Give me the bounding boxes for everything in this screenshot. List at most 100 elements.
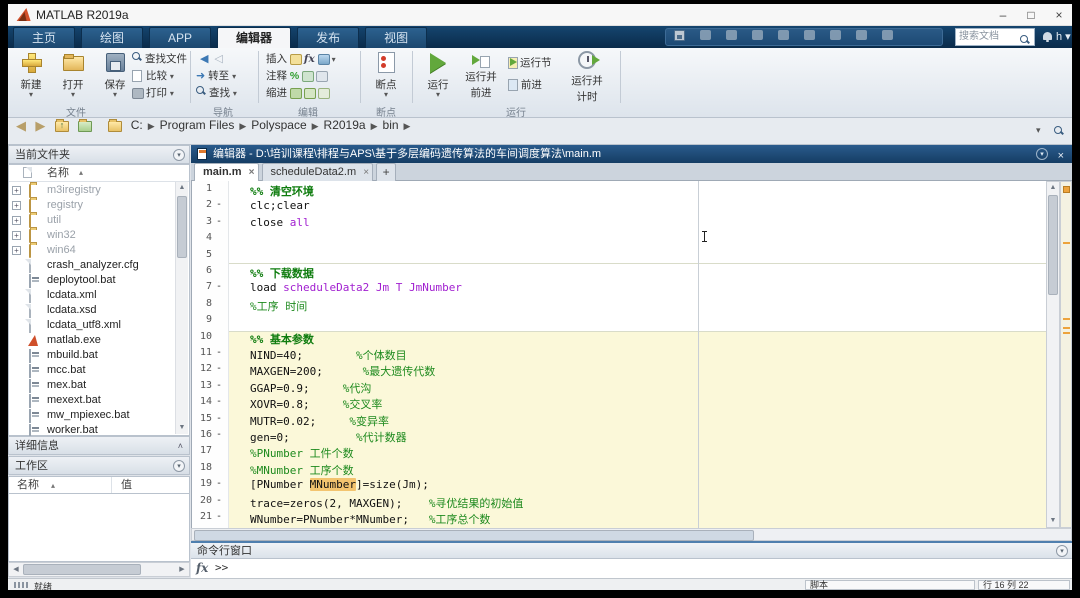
file-item-lcdata.xsd[interactable]: lcdata.xsd [9, 303, 175, 318]
scroll-thumb[interactable] [177, 196, 187, 258]
run-button[interactable]: 运行▾ [420, 51, 456, 103]
message-indicator-bar[interactable] [1060, 181, 1072, 528]
scroll-up-icon[interactable]: ▲ [1047, 182, 1059, 194]
scroll-down-icon[interactable]: ▼ [1047, 515, 1059, 527]
ribbon-tab-编辑器[interactable]: 编辑器 [217, 27, 291, 48]
workspace-panel-header[interactable]: 工作区 ▾ [8, 456, 190, 475]
address-dropdown-icon[interactable]: ▾ [1036, 125, 1041, 136]
ribbon-tab-绘图[interactable]: 绘图 [81, 27, 143, 48]
warning-mark[interactable] [1063, 242, 1070, 244]
expander-icon[interactable]: + [12, 201, 21, 210]
help-icon[interactable] [848, 30, 874, 46]
open-button[interactable]: 打开▾ [54, 51, 92, 103]
find-files-button[interactable]: 查找文件 [132, 52, 187, 67]
file-item-mbuild.bat[interactable]: mbuild.bat [9, 348, 175, 363]
file-item-matlab.exe[interactable]: matlab.exe [9, 333, 175, 348]
tab-close-icon[interactable]: × [249, 164, 255, 181]
code-editor[interactable]: 1%% 清空环境2-clc;clear3-close all456%% 下载数据… [191, 181, 1046, 528]
find-button[interactable]: 查找 ▾ [196, 86, 237, 101]
editor-vscrollbar[interactable]: ▲ ▼ [1046, 181, 1060, 528]
name-column-header[interactable]: 名称 ▴ [9, 165, 189, 182]
scroll-thumb[interactable] [1048, 195, 1058, 295]
file-item-mw_mpiexec.bat[interactable]: mw_mpiexec.bat [9, 408, 175, 423]
expander-icon[interactable]: + [12, 216, 21, 225]
file-item-m3iregistry[interactable]: +m3iregistry [9, 183, 175, 198]
expander-icon[interactable]: + [12, 231, 21, 240]
advance-button[interactable]: 前进 [508, 78, 542, 93]
workspace-hscrollbar[interactable]: ◀ ▶ [8, 562, 190, 577]
collapse-icon[interactable]: ˄ [178, 437, 183, 455]
run-and-advance-button[interactable]: 运行并 前进 [460, 51, 502, 103]
breadcrumb-segment[interactable]: Program Files [158, 118, 237, 132]
file-item-mex.bat[interactable]: mex.bat [9, 378, 175, 393]
print-button[interactable]: 打印 ▾ [132, 86, 174, 101]
run-and-time-button[interactable]: 运行并 计时 [566, 51, 608, 103]
nav-back-icon[interactable]: ◀ [16, 118, 26, 134]
paste-icon[interactable] [744, 30, 770, 46]
ribbon-tab-发布[interactable]: 发布 [297, 27, 359, 48]
run-section-button[interactable]: 运行节 [508, 56, 552, 71]
file-item-util[interactable]: +util [9, 213, 175, 228]
redo-icon[interactable] [796, 30, 822, 46]
browse-folder-icon[interactable] [78, 121, 92, 132]
editor-tab-main.m[interactable]: main.m× [194, 163, 259, 181]
file-item-crash_analyzer.cfg[interactable]: crash_analyzer.cfg [9, 258, 175, 273]
warning-mark[interactable] [1063, 332, 1070, 334]
scroll-left-icon[interactable]: ◀ [10, 564, 22, 576]
command-window-menu-icon[interactable]: ▾ [1056, 545, 1068, 557]
warning-mark[interactable] [1063, 318, 1070, 320]
command-window-header[interactable]: 命令行窗口 ▾ [191, 541, 1072, 559]
save-icon[interactable] [666, 30, 692, 46]
folder-up-icon[interactable]: ↑ [55, 121, 69, 132]
new-button[interactable]: 新建▾ [12, 51, 50, 103]
panel-menu-icon[interactable]: ▾ [173, 149, 185, 161]
file-item-deploytool.bat[interactable]: deploytool.bat [9, 273, 175, 288]
expander-icon[interactable]: + [12, 246, 21, 255]
options-icon[interactable] [874, 30, 900, 46]
scroll-up-icon[interactable]: ▲ [176, 182, 188, 194]
undo-icon[interactable] [770, 30, 796, 46]
details-panel-header[interactable]: 详细信息 ˄ [8, 436, 190, 455]
editor-menu-icon[interactable]: ▾ [1036, 148, 1048, 160]
warning-summary-icon[interactable] [1063, 186, 1070, 193]
warning-mark[interactable] [1063, 327, 1070, 329]
expander-icon[interactable]: + [12, 186, 21, 195]
file-item-mexext.bat[interactable]: mexext.bat [9, 393, 175, 408]
breadcrumb-segment[interactable]: C: [129, 118, 145, 132]
insert-button[interactable]: 插入 fx ▾ [266, 52, 336, 67]
nav-forward-icon[interactable]: ▶ [35, 118, 45, 134]
scroll-down-icon[interactable]: ▼ [176, 422, 188, 434]
workspace-columns[interactable]: 名称 ▴ 值 [8, 476, 190, 494]
file-item-registry[interactable]: +registry [9, 198, 175, 213]
address-search-icon[interactable] [1054, 125, 1064, 139]
file-item-win32[interactable]: +win32 [9, 228, 175, 243]
user-menu[interactable]: h ▾ [1056, 30, 1071, 43]
cut-icon[interactable] [692, 30, 718, 46]
file-item-win64[interactable]: +win64 [9, 243, 175, 258]
file-list-scrollbar[interactable]: ▲ ▼ [175, 182, 188, 434]
file-item-mcc.bat[interactable]: mcc.bat [9, 363, 175, 378]
save-button[interactable]: 保存▾ [96, 51, 134, 103]
minimize-button[interactable]: – [990, 6, 1016, 24]
ribbon-tab-APP[interactable]: APP [149, 27, 211, 48]
maximize-button[interactable]: □ [1018, 6, 1044, 24]
compare-button[interactable]: 比较 ▾ [132, 69, 174, 84]
editor-hscrollbar[interactable] [191, 528, 1072, 541]
current-folder-panel-header[interactable]: 当前文件夹 ▾ [8, 145, 190, 164]
ribbon-tab-主页[interactable]: 主页 [13, 27, 75, 48]
scroll-right-icon[interactable]: ▶ [176, 564, 188, 576]
goto-button[interactable]: ➜ 转至 ▾ [196, 69, 236, 84]
back-button[interactable]: ◀ ◁ [200, 52, 223, 67]
workspace-menu-icon[interactable]: ▾ [173, 460, 185, 472]
breakpoints-button[interactable]: 断点▾ [366, 51, 406, 103]
close-button[interactable]: × [1046, 6, 1072, 24]
command-prompt[interactable]: >> [215, 561, 228, 574]
command-window[interactable]: fx >> [191, 559, 1072, 578]
notification-bell-icon[interactable] [1043, 32, 1052, 40]
file-item-lcdata_utf8.xml[interactable]: lcdata_utf8.xml [9, 318, 175, 333]
breadcrumb-segment[interactable]: bin [381, 118, 401, 132]
scroll-thumb[interactable] [194, 530, 754, 541]
editor-tab-scheduleData2.m[interactable]: scheduleData2.m× [262, 163, 374, 181]
indent-button[interactable]: 缩进 [266, 86, 332, 101]
breadcrumb-segment[interactable]: Polyspace [249, 118, 308, 132]
